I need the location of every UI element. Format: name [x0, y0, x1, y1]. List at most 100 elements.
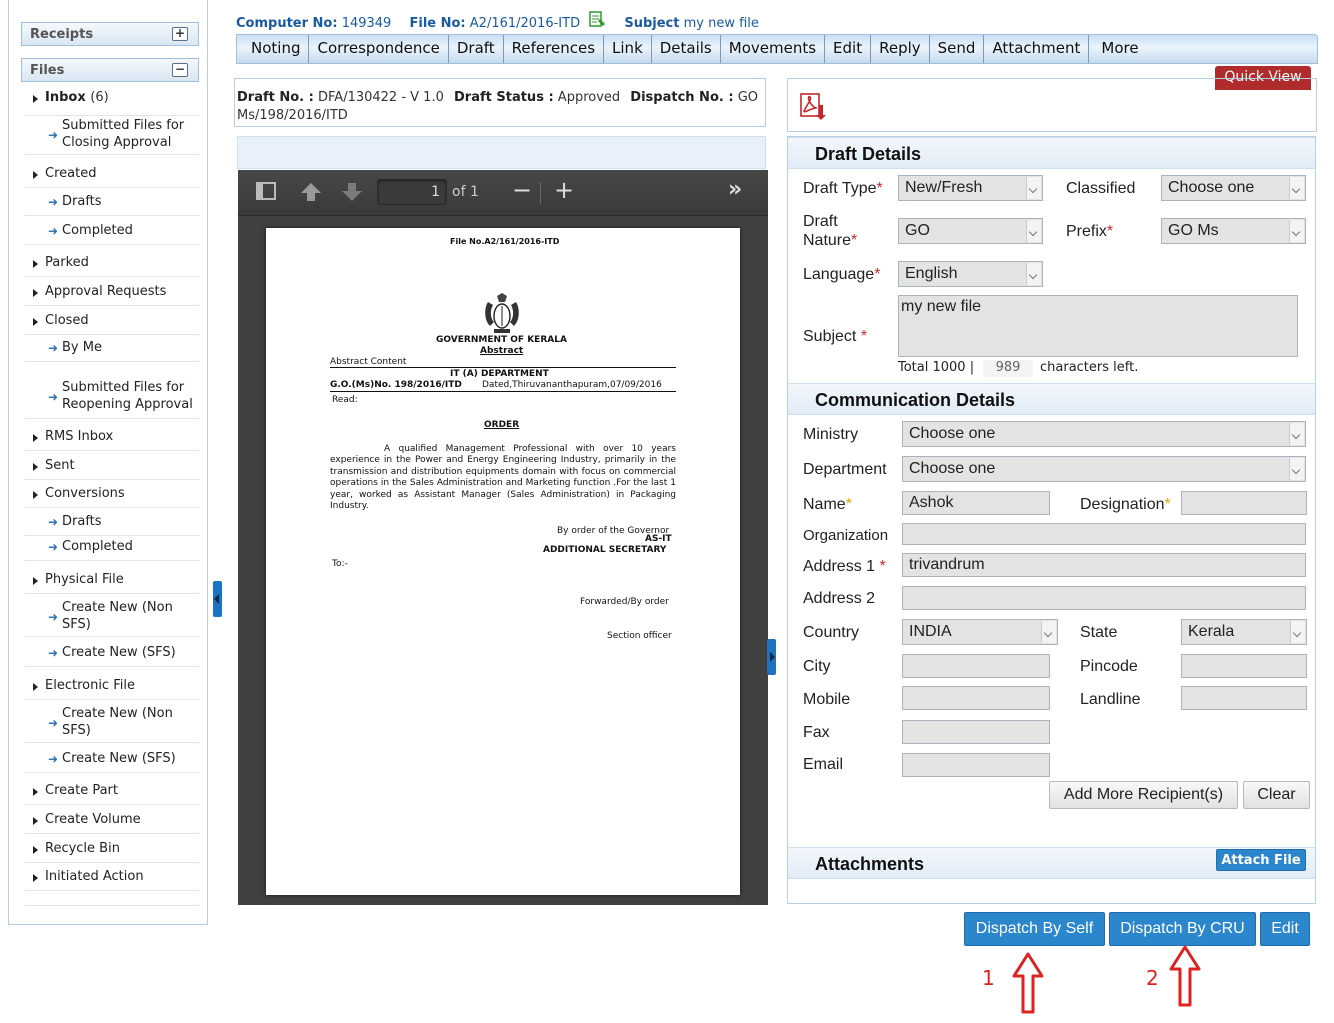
collapse-icon[interactable]: −	[172, 63, 188, 77]
menu-noting[interactable]: Noting	[243, 35, 310, 63]
sidebar-item-label: Drafts	[62, 514, 102, 529]
sidebar-item-physical-create-non-sfs[interactable]: ➜ Create New (Non SFS)	[25, 599, 199, 637]
edit-button[interactable]: Edit	[1260, 912, 1310, 946]
sidebar-item-conversion-completed[interactable]: ➜ Completed	[25, 539, 199, 561]
tools-menu-icon[interactable]: »	[728, 179, 742, 201]
sidebar-item-sent[interactable]: Sent	[25, 458, 199, 480]
edit-note-icon[interactable]	[588, 11, 606, 33]
sidebar-item-recycle-bin[interactable]: Recycle Bin	[25, 841, 199, 863]
arrow-right-icon: ➜	[48, 646, 59, 660]
sidebar-item-physical-file[interactable]: Physical File	[25, 572, 199, 594]
email-input[interactable]	[902, 753, 1050, 777]
arrow-right-icon: ➜	[48, 195, 59, 209]
dispatch-by-cru-button[interactable]: Dispatch By CRU	[1109, 912, 1256, 946]
sidebar-item-by-me[interactable]: ➜ By Me	[25, 340, 199, 362]
sidebar-item-approval-requests[interactable]: Approval Requests	[25, 284, 199, 306]
next-page-icon[interactable]	[341, 182, 363, 207]
menu-bar: Noting Correspondence Draft References L…	[236, 34, 1318, 64]
sidebar-item-submitted-closing[interactable]: ➜ Submitted Files for Closing Approval	[25, 117, 199, 155]
menu-attachment[interactable]: Attachment	[984, 35, 1090, 63]
address2-input[interactable]	[902, 586, 1306, 610]
menu-reply[interactable]: Reply	[871, 35, 930, 63]
add-more-recipients-button[interactable]: Add More Recipient(s)	[1049, 781, 1238, 809]
sidebar-item-label: Closed	[45, 313, 89, 328]
sidebar-item-submitted-reopening[interactable]: ➜ Submitted Files for Reopening Approval	[25, 379, 199, 419]
sidebar-item-physical-create-sfs[interactable]: ➜ Create New (SFS)	[25, 645, 199, 667]
fax-input[interactable]	[902, 720, 1050, 744]
ministry-select[interactable]: Choose one	[902, 421, 1306, 447]
menu-correspondence[interactable]: Correspondence	[309, 35, 449, 63]
sidebar-item-conversions[interactable]: Conversions	[25, 486, 199, 508]
expand-viewer-handle[interactable]	[767, 639, 776, 675]
menu-draft[interactable]: Draft	[449, 35, 504, 63]
name-label-text: Name	[803, 496, 846, 513]
sidebar-item-initiated-action[interactable]: Initiated Action	[25, 869, 199, 891]
menu-send[interactable]: Send	[930, 35, 985, 63]
city-input[interactable]	[902, 654, 1050, 678]
pincode-input[interactable]	[1181, 654, 1307, 678]
communication-details-header: Communication Details	[788, 383, 1315, 415]
department-select[interactable]: Choose one	[902, 456, 1306, 482]
page-number-input[interactable]: 1	[377, 179, 447, 205]
dispatch-by-self-button[interactable]: Dispatch By Self	[964, 912, 1105, 946]
classified-label: Classified	[1066, 180, 1136, 197]
menu-edit[interactable]: Edit	[825, 35, 872, 63]
name-input[interactable]: Ashok	[902, 491, 1050, 515]
menu-references[interactable]: References	[504, 35, 605, 63]
menu-more[interactable]: More	[1089, 35, 1146, 63]
sidebar-item-conversion-drafts[interactable]: ➜ Drafts	[25, 514, 199, 536]
sidebar-item-parked[interactable]: Parked	[25, 255, 199, 277]
sidebar-divider	[25, 898, 199, 906]
receipts-header[interactable]: Receipts +	[21, 22, 199, 46]
sidebar-item-electronic-file[interactable]: Electronic File	[25, 678, 199, 700]
sidebar-item-rms-inbox[interactable]: RMS Inbox	[25, 429, 199, 451]
sidebar-item-label: Completed	[62, 539, 133, 554]
sidebar-item-created[interactable]: Created	[25, 166, 199, 188]
sidebar-item-electronic-create-sfs[interactable]: ➜ Create New (SFS)	[25, 751, 199, 773]
chars-left-count: 989	[983, 360, 1033, 377]
sidebar-item-inbox[interactable]: Inbox (6)	[25, 90, 199, 116]
sidebar-item-create-volume[interactable]: Create Volume	[25, 812, 199, 834]
attach-file-button[interactable]: Attach File	[1216, 849, 1306, 871]
state-select[interactable]: Kerala	[1181, 619, 1307, 645]
subject-label-text: Subject	[803, 328, 857, 345]
pdf-order-body: A qualified Management Professional with…	[330, 444, 676, 512]
draft-nature-label-line2: Nature	[803, 232, 852, 249]
address1-input[interactable]: trivandrum	[902, 553, 1306, 577]
draft-no-value: DFA/130422 - V 1.0	[318, 90, 444, 105]
draft-nature-select[interactable]: GO	[898, 218, 1043, 244]
draft-no-label: Draft No. :	[237, 90, 314, 105]
designation-input[interactable]	[1181, 491, 1307, 515]
subject-textarea[interactable]: my new file	[898, 295, 1298, 357]
sidebar-item-completed[interactable]: ➜ Completed	[25, 223, 199, 245]
menu-link[interactable]: Link	[604, 35, 652, 63]
mobile-label: Mobile	[803, 691, 851, 708]
left-sidebar: Receipts + Files − Inbox (6) ➜ Submitted…	[8, 0, 208, 925]
previous-page-icon[interactable]	[300, 182, 322, 207]
landline-input[interactable]	[1181, 686, 1307, 710]
sidebar-item-electronic-create-non-sfs[interactable]: ➜ Create New (Non SFS)	[25, 705, 199, 743]
prefix-select[interactable]: GO Ms	[1161, 218, 1306, 244]
clear-button[interactable]: Clear	[1243, 781, 1310, 809]
country-select[interactable]: INDIA	[902, 619, 1058, 645]
collapse-sidebar-handle[interactable]	[213, 581, 222, 617]
draft-type-select[interactable]: New/Fresh	[898, 175, 1043, 201]
menu-details[interactable]: Details	[652, 35, 721, 63]
expand-icon[interactable]: +	[172, 27, 188, 41]
classified-select[interactable]: Choose one	[1161, 175, 1306, 201]
files-header[interactable]: Files −	[21, 58, 199, 82]
sidebar-item-closed[interactable]: Closed	[25, 313, 199, 335]
pdf-download-icon[interactable]	[800, 91, 828, 125]
menu-movements[interactable]: Movements	[721, 35, 826, 63]
sidebar-toggle-icon[interactable]	[256, 182, 276, 205]
landline-label: Landline	[1080, 691, 1141, 708]
sidebar-item-drafts[interactable]: ➜ Drafts	[25, 194, 199, 216]
sidebar-item-create-part[interactable]: Create Part	[25, 783, 199, 805]
zoom-in-icon[interactable]: +	[554, 178, 574, 202]
mobile-input[interactable]	[902, 686, 1050, 710]
annotation-number-2: 2	[1146, 966, 1159, 990]
language-select[interactable]: English	[898, 261, 1043, 287]
subject-total-label: Total 1000 |	[898, 360, 975, 375]
organization-input[interactable]	[902, 523, 1306, 545]
zoom-out-icon[interactable]: −	[512, 178, 532, 202]
